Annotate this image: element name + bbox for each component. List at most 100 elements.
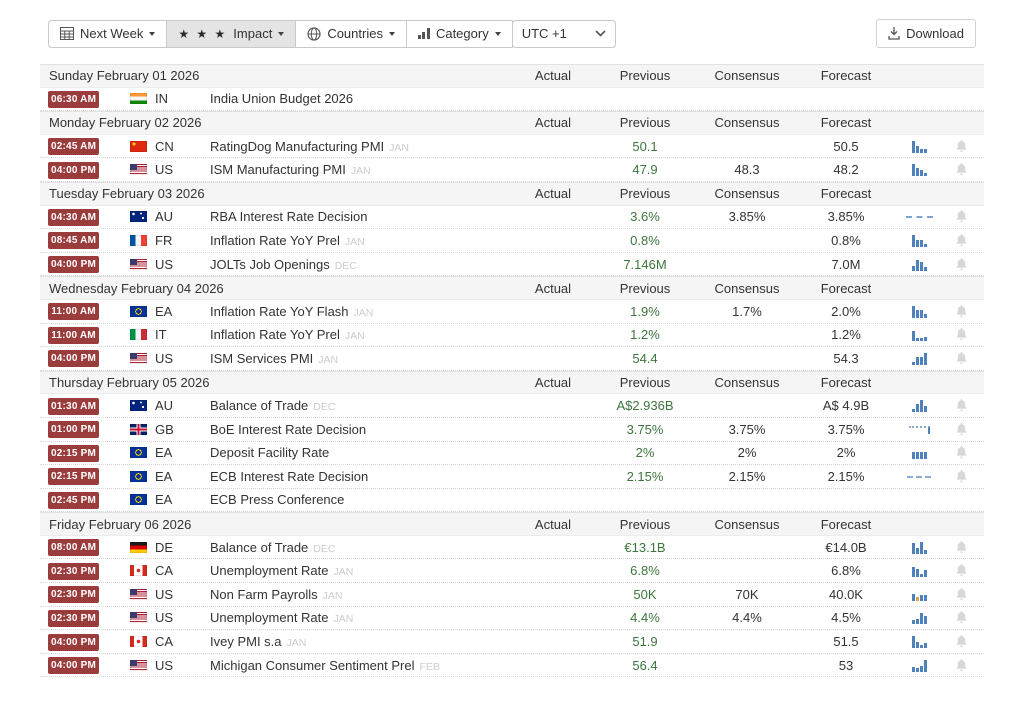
- sparkline-chart[interactable]: [900, 470, 938, 483]
- consensus-value[interactable]: 48.3: [702, 162, 792, 177]
- sparkline-chart[interactable]: [900, 399, 938, 412]
- previous-value[interactable]: 47.9: [588, 162, 702, 177]
- previous-value[interactable]: 56.4: [588, 658, 702, 673]
- sparkline-chart[interactable]: [900, 210, 938, 223]
- alert-bell[interactable]: [938, 588, 984, 601]
- previous-value[interactable]: 3.6%: [588, 209, 702, 224]
- forecast-value[interactable]: 54.3: [792, 351, 900, 366]
- event-row[interactable]: 08:45 AM FR Inflation Rate YoY PrelJAN 0…: [40, 229, 984, 253]
- event-title[interactable]: ECB Press Conference: [210, 492, 518, 507]
- event-title[interactable]: Inflation Rate YoY FlashJAN: [210, 304, 518, 319]
- previous-value[interactable]: 50.1: [588, 139, 702, 154]
- forecast-value[interactable]: 0.8%: [792, 233, 900, 248]
- forecast-value[interactable]: 7.0M: [792, 257, 900, 272]
- alert-bell[interactable]: [938, 564, 984, 577]
- alert-bell[interactable]: [938, 423, 984, 436]
- alert-bell[interactable]: [938, 305, 984, 318]
- previous-value[interactable]: 7.146M: [588, 257, 702, 272]
- date-range-button[interactable]: Next Week: [48, 20, 167, 48]
- event-row[interactable]: 02:15 PM EA Deposit Facility Rate 2% 2% …: [40, 442, 984, 466]
- sparkline-chart[interactable]: [900, 423, 938, 436]
- event-title[interactable]: ISM Services PMIJAN: [210, 351, 518, 366]
- event-row[interactable]: 04:00 PM US JOLTs Job OpeningsDEC 7.146M…: [40, 253, 984, 277]
- sparkline-chart[interactable]: [900, 493, 938, 506]
- alert-bell[interactable]: [938, 352, 984, 365]
- event-row[interactable]: 08:00 AM DE Balance of TradeDEC €13.1B €…: [40, 536, 984, 560]
- timezone-select[interactable]: UTC +1: [512, 20, 616, 48]
- sparkline-chart[interactable]: [900, 92, 938, 105]
- consensus-value[interactable]: 70K: [702, 587, 792, 602]
- event-title[interactable]: Balance of TradeDEC: [210, 540, 518, 555]
- event-row[interactable]: 04:00 PM CA Ivey PMI s.aJAN 51.9 51.5: [40, 630, 984, 654]
- sparkline-chart[interactable]: [900, 163, 938, 176]
- consensus-value[interactable]: 3.85%: [702, 209, 792, 224]
- sparkline-chart[interactable]: [900, 352, 938, 365]
- sparkline-chart[interactable]: [900, 611, 938, 624]
- previous-value[interactable]: 50K: [588, 587, 702, 602]
- event-row[interactable]: 01:00 PM GB BoE Interest Rate Decision 3…: [40, 418, 984, 442]
- event-row[interactable]: 02:45 PM EA ECB Press Conference: [40, 489, 984, 513]
- event-row[interactable]: 11:00 AM EA Inflation Rate YoY FlashJAN …: [40, 300, 984, 324]
- alert-bell[interactable]: [938, 611, 984, 624]
- event-title[interactable]: Balance of TradeDEC: [210, 398, 518, 413]
- consensus-value[interactable]: 2.15%: [702, 469, 792, 484]
- previous-value[interactable]: 4.4%: [588, 610, 702, 625]
- event-title[interactable]: RBA Interest Rate Decision: [210, 209, 518, 224]
- event-row[interactable]: 11:00 AM IT Inflation Rate YoY PrelJAN 1…: [40, 324, 984, 348]
- previous-value[interactable]: 51.9: [588, 634, 702, 649]
- alert-bell[interactable]: [938, 163, 984, 176]
- sparkline-chart[interactable]: [900, 635, 938, 648]
- alert-bell[interactable]: [938, 399, 984, 412]
- previous-value[interactable]: €13.1B: [588, 540, 702, 555]
- event-row[interactable]: 02:30 PM CA Unemployment RateJAN 6.8% 6.…: [40, 559, 984, 583]
- previous-value[interactable]: 1.2%: [588, 327, 702, 342]
- event-row[interactable]: 04:30 AM AU RBA Interest Rate Decision 3…: [40, 206, 984, 230]
- sparkline-chart[interactable]: [900, 659, 938, 672]
- previous-value[interactable]: A$2.936B: [588, 398, 702, 413]
- event-title[interactable]: Unemployment RateJAN: [210, 563, 518, 578]
- category-filter-button[interactable]: Category: [406, 20, 513, 48]
- alert-bell[interactable]: [938, 328, 984, 341]
- alert-bell[interactable]: [938, 635, 984, 648]
- forecast-value[interactable]: 51.5: [792, 634, 900, 649]
- event-row[interactable]: 04:00 PM US ISM Manufacturing PMIJAN 47.…: [40, 158, 984, 182]
- event-title[interactable]: India Union Budget 2026: [210, 91, 518, 106]
- forecast-value[interactable]: A$ 4.9B: [792, 398, 900, 413]
- previous-value[interactable]: 54.4: [588, 351, 702, 366]
- forecast-value[interactable]: 40.0K: [792, 587, 900, 602]
- event-title[interactable]: Ivey PMI s.aJAN: [210, 634, 518, 649]
- impact-filter-button[interactable]: ★ ★ ★ Impact: [166, 20, 296, 48]
- sparkline-chart[interactable]: [900, 588, 938, 601]
- sparkline-chart[interactable]: [900, 564, 938, 577]
- download-button[interactable]: Download: [876, 19, 976, 48]
- event-title[interactable]: Michigan Consumer Sentiment PrelFEB: [210, 658, 518, 673]
- countries-filter-button[interactable]: Countries: [295, 20, 407, 48]
- previous-value[interactable]: 1.9%: [588, 304, 702, 319]
- previous-value[interactable]: 6.8%: [588, 563, 702, 578]
- forecast-value[interactable]: 2%: [792, 445, 900, 460]
- forecast-value[interactable]: 53: [792, 658, 900, 673]
- alert-bell[interactable]: [938, 541, 984, 554]
- event-title[interactable]: Non Farm PayrollsJAN: [210, 587, 518, 602]
- alert-bell[interactable]: [938, 210, 984, 223]
- consensus-value[interactable]: 4.4%: [702, 610, 792, 625]
- event-title[interactable]: Inflation Rate YoY PrelJAN: [210, 327, 518, 342]
- consensus-value[interactable]: 2%: [702, 445, 792, 460]
- alert-bell[interactable]: [938, 470, 984, 483]
- event-row[interactable]: 04:00 PM US Michigan Consumer Sentiment …: [40, 654, 984, 678]
- alert-bell[interactable]: [938, 446, 984, 459]
- alert-bell[interactable]: [938, 659, 984, 672]
- previous-value[interactable]: 0.8%: [588, 233, 702, 248]
- previous-value[interactable]: 3.75%: [588, 422, 702, 437]
- alert-bell[interactable]: [938, 140, 984, 153]
- event-title[interactable]: JOLTs Job OpeningsDEC: [210, 257, 518, 272]
- sparkline-chart[interactable]: [900, 140, 938, 153]
- event-row[interactable]: 02:30 PM US Non Farm PayrollsJAN 50K 70K…: [40, 583, 984, 607]
- forecast-value[interactable]: 6.8%: [792, 563, 900, 578]
- sparkline-chart[interactable]: [900, 234, 938, 247]
- event-row[interactable]: 02:15 PM EA ECB Interest Rate Decision 2…: [40, 465, 984, 489]
- event-title[interactable]: Inflation Rate YoY PrelJAN: [210, 233, 518, 248]
- event-title[interactable]: BoE Interest Rate Decision: [210, 422, 518, 437]
- event-title[interactable]: RatingDog Manufacturing PMIJAN: [210, 139, 518, 154]
- sparkline-chart[interactable]: [900, 328, 938, 341]
